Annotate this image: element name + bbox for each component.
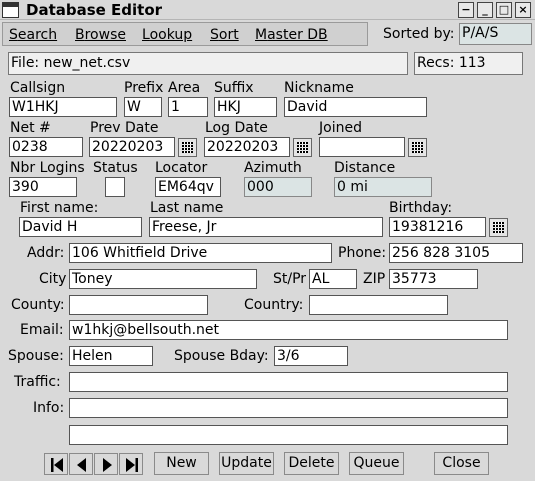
delete-button[interactable]: Delete (284, 452, 339, 475)
zip-label: ZIP (363, 271, 386, 287)
last-record-button[interactable] (119, 453, 143, 475)
nickname-label: Nickname (284, 80, 354, 96)
prev-date-input[interactable]: 20220203 (89, 137, 175, 157)
log-date-input[interactable]: 20220203 (204, 137, 290, 157)
shade-icon: − (461, 3, 471, 16)
country-input[interactable] (309, 295, 448, 315)
status-label: Status (93, 160, 138, 176)
locator-label: Locator (155, 160, 208, 176)
spouse-input[interactable]: Helen (69, 346, 153, 366)
area-input[interactable]: 1 (168, 97, 208, 117)
spouse-bday-input[interactable]: 3/6 (274, 346, 348, 366)
city-label: City (39, 271, 67, 287)
info-input-line2[interactable] (69, 425, 508, 445)
next-record-button[interactable] (94, 453, 118, 475)
info-input[interactable] (69, 398, 508, 418)
joined-label: Joined (319, 120, 362, 136)
close-button[interactable]: × (515, 2, 531, 18)
nbr-logins-label: Nbr Logins (10, 160, 85, 176)
first-record-icon (51, 458, 63, 472)
prev-date-label: Prev Date (90, 120, 159, 136)
log-date-label: Log Date (205, 120, 268, 136)
distance-display: 0 mi (334, 177, 432, 197)
suffix-input[interactable]: HKJ (214, 97, 277, 117)
first-name-label: First name: (20, 200, 99, 216)
spouse-label: Spouse: (8, 348, 64, 364)
menu-bar: Search Browse Lookup Sort Master DB (2, 22, 368, 46)
minimize-button[interactable]: _ (477, 2, 493, 18)
azimuth-label: Azimuth (244, 160, 302, 176)
menu-search[interactable]: Search (9, 25, 57, 45)
calendar-icon[interactable] (408, 138, 427, 157)
calendar-icon[interactable] (293, 138, 312, 157)
county-input[interactable] (69, 295, 208, 315)
zip-input[interactable]: 35773 (389, 269, 478, 289)
state-input[interactable]: AL (309, 269, 357, 289)
next-record-icon (103, 458, 112, 472)
sorted-by-label: Sorted by: (383, 26, 455, 42)
queue-button[interactable]: Queue (349, 452, 404, 475)
prev-record-icon (77, 458, 86, 472)
callsign-label: Callsign (10, 80, 66, 96)
nickname-input[interactable]: David (284, 97, 427, 117)
prefix-label: Prefix (124, 80, 164, 96)
city-input[interactable]: Toney (69, 269, 257, 289)
nbr-logins-input[interactable]: 390 (9, 177, 77, 197)
phone-label: Phone: (338, 245, 387, 261)
info-label: Info: (33, 400, 65, 416)
distance-label: Distance (334, 160, 396, 176)
close-icon: × (518, 3, 528, 16)
addr-input[interactable]: 106 Whitfield Drive (69, 243, 332, 263)
net-number-input[interactable]: 0238 (9, 137, 83, 157)
status-input[interactable] (105, 177, 125, 197)
window-title: Database Editor (26, 1, 163, 19)
callsign-input[interactable]: W1HKJ (9, 97, 117, 117)
calendar-icon[interactable] (178, 138, 197, 157)
app-icon (2, 2, 19, 18)
menu-lookup[interactable]: Lookup (142, 25, 192, 45)
file-display: File: new_net.csv (8, 52, 408, 75)
title-bar: Database Editor − _ □ × (0, 0, 535, 20)
traffic-label: Traffic: (14, 374, 61, 390)
prev-record-button[interactable] (69, 453, 93, 475)
azimuth-display: 000 (244, 177, 312, 197)
update-button[interactable]: Update (219, 452, 274, 475)
first-record-button[interactable] (44, 453, 68, 475)
first-name-input[interactable]: David H (19, 217, 142, 237)
menu-browse[interactable]: Browse (75, 25, 126, 45)
addr-label: Addr: (27, 245, 65, 261)
state-label: St/Pr (273, 271, 307, 287)
maximize-icon: □ (498, 3, 510, 16)
sorted-by-value: P/A/S (459, 23, 532, 45)
email-input[interactable]: w1hkj@bellsouth.net (69, 320, 508, 340)
maximize-button[interactable]: □ (496, 2, 512, 18)
joined-input[interactable] (319, 137, 405, 157)
area-label: Area (168, 80, 201, 96)
suffix-label: Suffix (214, 80, 254, 96)
calendar-icon[interactable] (489, 218, 508, 237)
locator-input[interactable]: EM64qv (155, 177, 221, 197)
last-record-icon (126, 458, 138, 472)
traffic-input[interactable] (69, 372, 508, 392)
country-label: Country: (244, 297, 304, 313)
minimize-icon: _ (482, 3, 488, 16)
last-name-label: Last name (150, 200, 224, 216)
birthday-label: Birthday: (389, 200, 453, 216)
email-label: Email: (20, 322, 64, 338)
menu-master-db[interactable]: Master DB (255, 25, 328, 45)
shade-button[interactable]: − (458, 2, 474, 18)
spouse-bday-label: Spouse Bday: (174, 348, 269, 364)
county-label: County: (11, 297, 65, 313)
last-name-input[interactable]: Freese, Jr (149, 217, 383, 237)
birthday-input[interactable]: 19381216 (389, 217, 486, 237)
prefix-input[interactable]: W (124, 97, 162, 117)
menu-sort[interactable]: Sort (210, 25, 239, 45)
record-count: Recs: 113 (414, 52, 523, 75)
new-button[interactable]: New (154, 452, 209, 475)
close-form-button[interactable]: Close (434, 452, 489, 475)
net-number-label: Net # (10, 120, 51, 136)
phone-input[interactable]: 256 828 3105 (389, 243, 523, 263)
